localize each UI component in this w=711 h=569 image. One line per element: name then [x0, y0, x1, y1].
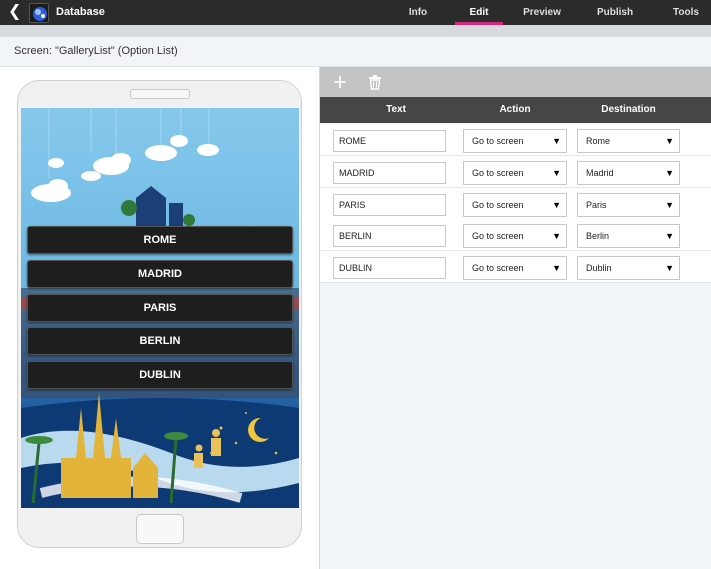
destination-select[interactable]: Madrid ▼ — [577, 161, 680, 185]
option-text-input[interactable]: MADRID — [333, 162, 446, 184]
destination-select-value: Madrid — [586, 168, 614, 178]
sub-bar — [0, 25, 711, 37]
destination-select-value: Paris — [586, 200, 607, 210]
table-row: MADRID Go to screen ▼ Madrid ▼ — [320, 156, 711, 188]
action-select-value: Go to screen — [472, 200, 524, 210]
nav-info[interactable]: Info — [393, 0, 443, 25]
action-select[interactable]: Go to screen ▼ — [463, 129, 567, 153]
caret-down-icon: ▼ — [552, 168, 561, 178]
option-text-input[interactable]: PARIS — [333, 194, 446, 216]
back-arrow-icon[interactable]: ❮ — [8, 3, 24, 21]
action-select-value: Go to screen — [472, 168, 524, 178]
app-logo — [29, 3, 49, 23]
trash-icon[interactable] — [365, 72, 385, 92]
preview-pane: ROME MADRID PARIS BERLIN DUBLIN — [0, 67, 320, 569]
option-button-paris[interactable]: PARIS — [27, 294, 293, 322]
table-row: BERLIN Go to screen ▼ Berlin ▼ — [320, 219, 711, 251]
column-header-action: Action — [499, 104, 531, 115]
column-header-destination: Destination — [601, 104, 656, 115]
destination-select-value: Rome — [586, 136, 611, 146]
options-editor: Text Action Destination ROME Go to scree… — [320, 67, 711, 569]
table-row: ROME Go to screen ▼ Rome ▼ — [320, 124, 711, 156]
action-select-value: Go to screen — [472, 263, 524, 273]
table-row: DUBLIN Go to screen ▼ Dublin ▼ — [320, 251, 711, 283]
table-header: Text Action Destination — [320, 97, 711, 123]
phone-speaker — [130, 89, 190, 99]
phone-home-button — [136, 514, 184, 544]
top-bar: ❮ Database Info Edit Preview Publish Too… — [0, 0, 711, 25]
action-select[interactable]: Go to screen ▼ — [463, 256, 567, 280]
caret-down-icon: ▼ — [665, 263, 674, 273]
options-toolbar — [320, 67, 711, 97]
action-select[interactable]: Go to screen ▼ — [463, 224, 567, 248]
destination-select[interactable]: Berlin ▼ — [577, 224, 680, 248]
phone-frame: ROME MADRID PARIS BERLIN DUBLIN — [17, 80, 302, 548]
destination-select-value: Dublin — [586, 263, 612, 273]
table-row: PARIS Go to screen ▼ Paris ▼ — [320, 188, 711, 220]
destination-select-value: Berlin — [586, 231, 610, 241]
nav-publish[interactable]: Publish — [589, 0, 641, 25]
screen-title: Screen: "GalleryList" (Option List) — [14, 45, 178, 57]
caret-down-icon: ▼ — [665, 168, 674, 178]
caret-down-icon: ▼ — [552, 200, 561, 210]
option-button-rome[interactable]: ROME — [27, 226, 293, 254]
caret-down-icon: ▼ — [665, 136, 674, 146]
destination-select[interactable]: Paris ▼ — [577, 193, 680, 217]
option-text-input[interactable]: DUBLIN — [333, 257, 446, 279]
nav-edit[interactable]: Edit — [455, 0, 503, 25]
action-select-value: Go to screen — [472, 231, 524, 241]
action-select-value: Go to screen — [472, 136, 524, 146]
destination-select[interactable]: Rome ▼ — [577, 129, 680, 153]
action-select[interactable]: Go to screen ▼ — [463, 161, 567, 185]
column-header-text: Text — [386, 104, 406, 115]
caret-down-icon: ▼ — [552, 263, 561, 273]
screen-header: Screen: "GalleryList" (Option List) — [0, 37, 711, 67]
action-select[interactable]: Go to screen ▼ — [463, 193, 567, 217]
caret-down-icon: ▼ — [552, 231, 561, 241]
app-title: Database — [56, 6, 105, 18]
caret-down-icon: ▼ — [665, 231, 674, 241]
option-button-dublin[interactable]: DUBLIN — [27, 361, 293, 389]
nav-tools[interactable]: Tools — [664, 0, 708, 25]
option-text-input[interactable]: BERLIN — [333, 225, 446, 247]
option-button-madrid[interactable]: MADRID — [27, 260, 293, 288]
caret-down-icon: ▼ — [552, 136, 561, 146]
option-button-berlin[interactable]: BERLIN — [27, 327, 293, 355]
plus-icon[interactable] — [330, 72, 350, 92]
caret-down-icon: ▼ — [665, 200, 674, 210]
destination-select[interactable]: Dublin ▼ — [577, 256, 680, 280]
nav-preview[interactable]: Preview — [517, 0, 567, 25]
phone-screen: ROME MADRID PARIS BERLIN DUBLIN — [21, 108, 299, 508]
option-text-input[interactable]: ROME — [333, 130, 446, 152]
main-nav: Info Edit Preview Publish Tools — [393, 0, 711, 25]
